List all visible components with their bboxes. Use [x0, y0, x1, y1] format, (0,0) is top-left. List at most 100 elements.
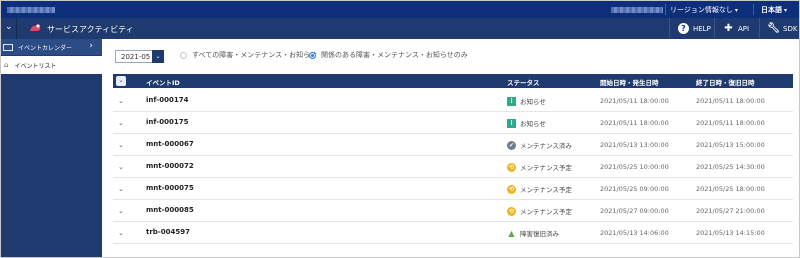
status-label: 障害復旧済み: [520, 230, 559, 238]
expand-row-icon[interactable]: ⌄: [118, 163, 124, 171]
sidebar: イベントカレンダー › ⌂ イベントリスト: [1, 39, 102, 257]
expand-all-icon[interactable]: ⌄: [116, 76, 126, 86]
month-value: 2021-05: [121, 53, 151, 61]
column-header-event-id[interactable]: イベントID: [146, 77, 180, 87]
status-label: メンテナンス予定: [520, 208, 572, 216]
service-logo-icon: [30, 24, 41, 31]
language-label: 日本語: [761, 6, 782, 14]
status-label: メンテナンス予定: [520, 186, 572, 194]
start-datetime: 2021/05/13 14:06:00: [600, 229, 669, 237]
event-id: trb-004597: [146, 228, 190, 236]
sdk-label: SDK: [783, 24, 798, 33]
help-icon: ?: [678, 23, 689, 34]
end-datetime: 2021/05/11 18:00:00: [696, 97, 765, 105]
status: ✔ メンテナンス済み: [507, 140, 572, 150]
month-select[interactable]: 2021-05 ⌄: [115, 50, 164, 63]
help-label: HELP: [693, 24, 711, 33]
start-datetime: 2021/05/25 09:00:00: [600, 185, 669, 193]
table-row[interactable]: ⌄ trb-004597 ▲ 障害復旧済み 2021/05/13 14:06:00 202…: [113, 222, 793, 244]
account-name-redacted: [7, 7, 55, 13]
radio-selected-icon[interactable]: [309, 51, 316, 59]
chevron-right-icon: ›: [89, 41, 93, 51]
sidebar-item-label: イベントカレンダー: [18, 44, 73, 52]
radio-unselected-icon[interactable]: [180, 51, 187, 59]
table-row[interactable]: ⌄ inf-000174 i お知らせ 2021/05/11 18:00:00 2021/…: [113, 90, 793, 112]
event-id: mnt-000085: [146, 206, 194, 214]
column-header-status[interactable]: ステータス: [507, 77, 540, 87]
status-label: メンテナンス予定: [520, 164, 572, 172]
status-label: メンテナンス済み: [520, 142, 572, 150]
wrench-icon: 🔧︎: [767, 23, 780, 34]
maintenance-scheduled-icon: ⟲: [507, 184, 516, 194]
maintenance-scheduled-icon: ⟲: [507, 162, 516, 172]
radio-related-label: 関係のある障害・メンテナンス・お知らせのみ: [321, 51, 468, 59]
start-datetime: 2021/05/25 10:00:00: [600, 163, 669, 171]
start-datetime: 2021/05/27 09:00:00: [600, 207, 669, 215]
event-id: mnt-000067: [146, 140, 194, 148]
table-row[interactable]: ⌄ mnt-000072 ⟲ メンテナンス予定 2021/05/25 10:00:00 2…: [113, 156, 793, 178]
radio-all-events[interactable]: すべての障害・メンテナンス・お知らせ: [180, 50, 317, 60]
divider: [665, 4, 666, 15]
start-datetime: 2021/05/11 18:00:00: [600, 97, 669, 105]
end-datetime: 2021/05/27 21:00:00: [696, 207, 765, 215]
column-header-end[interactable]: 終了日時・復旧日時: [696, 77, 755, 87]
column-header-start[interactable]: 開始日時・発生日時: [600, 77, 659, 87]
region-info-label: リージョン情報なし: [670, 6, 733, 14]
puzzle-icon: ✚: [724, 23, 733, 34]
chevron-down-icon: ▾: [784, 7, 788, 14]
status: ⟲ メンテナンス予定: [507, 184, 572, 194]
expand-row-icon[interactable]: ⌄: [118, 119, 124, 127]
table-row[interactable]: ⌄ mnt-000067 ✔ メンテナンス済み 2021/05/13 13:00:00 2…: [113, 134, 793, 156]
info-icon: i: [507, 118, 516, 128]
api-label: API: [738, 24, 750, 33]
end-datetime: 2021/05/11 18:00:00: [696, 119, 765, 127]
top-bar: リージョン情報なし ▾ 日本語 ▾: [1, 1, 799, 18]
expand-row-icon[interactable]: ⌄: [118, 97, 124, 105]
table-row[interactable]: ⌄ mnt-000085 ⟲ メンテナンス予定 2021/05/27 09:00:00 2…: [113, 200, 793, 222]
table-header: ⌄ イベントID ステータス 開始日時・発生日時 終了日時・復旧日時: [113, 74, 793, 88]
info-icon: i: [507, 96, 516, 106]
expand-row-icon[interactable]: ⌄: [118, 229, 124, 237]
event-id: inf-000174: [146, 96, 189, 104]
expand-row-icon[interactable]: ⌄: [118, 207, 124, 215]
sdk-button[interactable]: 🔧︎ SDK: [759, 18, 799, 39]
event-id: mnt-000072: [146, 162, 194, 170]
list-icon: ⌂: [4, 61, 9, 69]
radio-related-events[interactable]: 関係のある障害・メンテナンス・お知らせのみ: [309, 50, 468, 60]
status: ⟲ メンテナンス予定: [507, 206, 572, 216]
event-id: mnt-000075: [146, 184, 194, 192]
table-row[interactable]: ⌄ inf-000175 i お知らせ 2021/05/11 18:00:00 2021/…: [113, 112, 793, 134]
start-datetime: 2021/05/13 13:00:00: [600, 141, 669, 149]
service-bar: ⌄ サービスアクティビティ ? HELP ✚ API 🔧︎ SDK: [1, 18, 799, 39]
end-datetime: 2021/05/25 14:30:00: [696, 163, 765, 171]
expand-row-icon[interactable]: ⌄: [118, 185, 124, 193]
status: i お知らせ: [507, 118, 546, 128]
language-dropdown[interactable]: 日本語 ▾: [761, 5, 787, 15]
radio-all-label: すべての障害・メンテナンス・お知らせ: [192, 51, 317, 59]
status-label: お知らせ: [520, 98, 546, 106]
status: ▲ 障害復旧済み: [507, 228, 559, 239]
chevron-down-icon[interactable]: ⌄: [152, 50, 164, 63]
end-datetime: 2021/05/13 15:00:00: [696, 141, 765, 149]
expand-row-icon[interactable]: ⌄: [118, 141, 124, 149]
status: i お知らせ: [507, 96, 546, 106]
calendar-icon: [3, 43, 13, 51]
maintenance-scheduled-icon: ⟲: [507, 206, 516, 216]
divider: [16, 18, 17, 39]
event-id: inf-000175: [146, 118, 189, 126]
status-label: お知らせ: [520, 120, 546, 128]
menu-chevron-icon[interactable]: ⌄: [5, 22, 13, 32]
api-button[interactable]: ✚ API: [714, 18, 758, 39]
status: ⟲ メンテナンス予定: [507, 162, 572, 172]
end-datetime: 2021/05/25 18:00:00: [696, 185, 765, 193]
chevron-down-icon: ▾: [734, 7, 738, 14]
table-row[interactable]: ⌄ mnt-000075 ⟲ メンテナンス予定 2021/05/25 09:00:00 2…: [113, 178, 793, 200]
user-name-redacted: [611, 7, 663, 13]
region-info-dropdown[interactable]: リージョン情報なし ▾: [670, 5, 738, 15]
trouble-resolved-icon: ▲: [508, 228, 515, 238]
sidebar-item-event-calendar[interactable]: イベントカレンダー ›: [1, 39, 102, 55]
sidebar-item-event-list[interactable]: ⌂ イベントリスト: [1, 56, 102, 74]
service-title: サービスアクティビティ: [47, 25, 134, 34]
help-button[interactable]: ? HELP: [669, 18, 713, 39]
divider: [753, 4, 754, 15]
